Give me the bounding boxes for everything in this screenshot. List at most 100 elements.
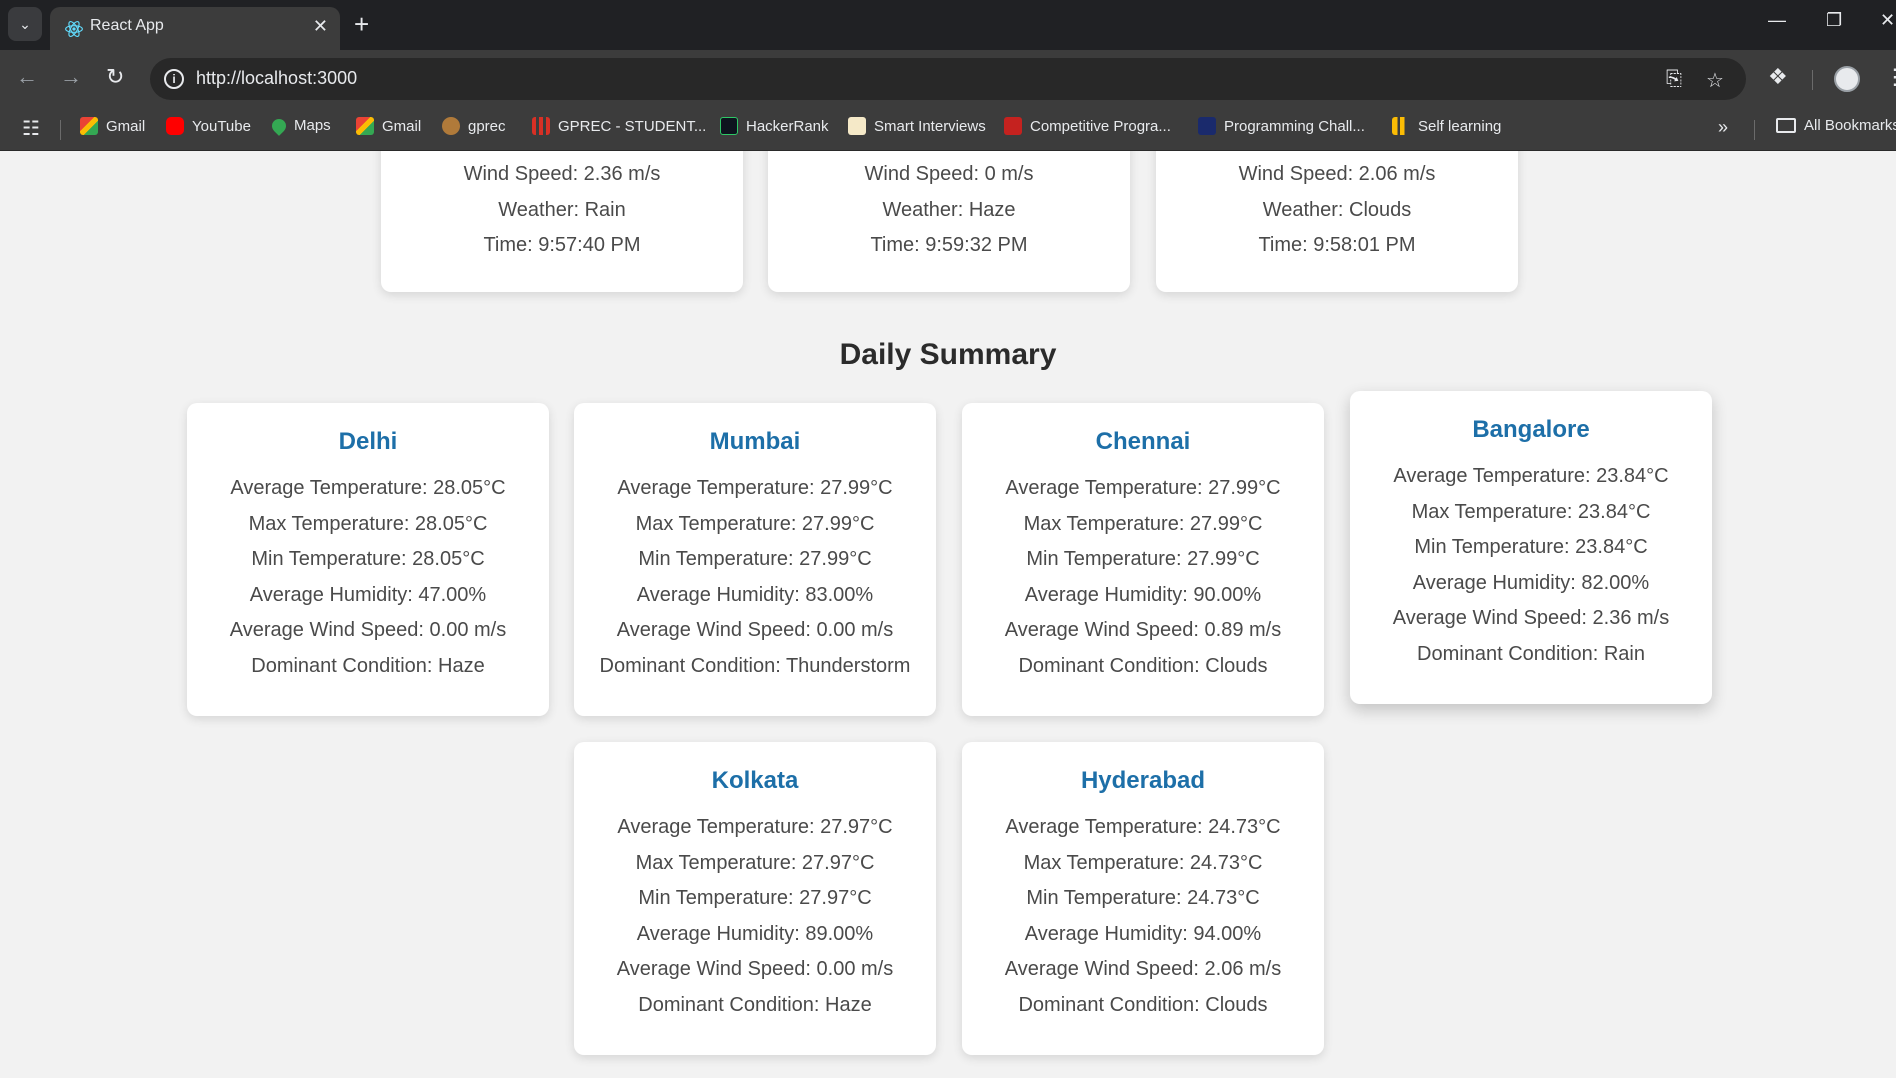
city-name: Mumbai — [709, 428, 801, 455]
average-wind-speed: Average Wind Speed: 0.00 m/s — [616, 958, 894, 981]
bookmark-label: Smart Interviews — [874, 117, 986, 135]
max-temperature: Max Temperature: 27.97°C — [635, 851, 875, 874]
min-temperature: Min Temperature: 23.84°C — [1414, 536, 1648, 559]
min-temperature: Min Temperature: 27.99°C — [1026, 548, 1260, 571]
all-bookmarks[interactable]: All Bookmarks — [1776, 117, 1896, 134]
bookmark-gprec[interactable]: gprec — [442, 117, 506, 135]
max-temperature: Max Temperature: 24.73°C — [1023, 851, 1263, 874]
chevron-down-icon: ⌄ — [19, 15, 31, 32]
forward-icon[interactable]: → — [60, 64, 82, 90]
dominant-condition: Dominant Condition: Clouds — [1018, 993, 1268, 1016]
bookmark-maps[interactable]: Maps — [269, 115, 331, 136]
bookmark-label: YouTube — [192, 117, 251, 135]
summary-card-bangalore: Bangalore Average Temperature: 23.84°C M… — [1350, 391, 1712, 704]
minimize-icon[interactable]: — — [1768, 10, 1786, 31]
wind-speed: Wind Speed: 2.06 m/s — [1238, 163, 1436, 185]
bookmark-label: Gmail — [382, 117, 422, 135]
bookmark-gprec-student[interactable]: GPREC - STUDENT... — [532, 117, 706, 135]
bookmark-self-learning[interactable]: Self learning — [1392, 117, 1501, 135]
average-wind-speed: Average Wind Speed: 0.00 m/s — [229, 619, 507, 642]
profile-avatar[interactable] — [1834, 66, 1860, 92]
browser-toolbar: ← → ↻ i http://localhost:3000 ⎘ ☆ ❖ ⋮ — [0, 50, 1896, 108]
dominant-condition: Dominant Condition: Haze — [638, 993, 872, 1016]
page-content: Wind Speed: 2.36 m/s Weather: Rain Time:… — [0, 151, 1896, 1078]
back-icon[interactable]: ← — [16, 64, 38, 90]
bookmark-label: Competitive Progra... — [1030, 117, 1171, 135]
restore-icon[interactable]: ❐ — [1826, 10, 1842, 31]
average-humidity: Average Humidity: 83.00% — [636, 583, 874, 606]
self-learning-icon — [1392, 117, 1410, 135]
average-humidity: Average Humidity: 82.00% — [1412, 571, 1650, 594]
toolbar-divider — [1812, 70, 1813, 90]
gprec-icon — [442, 117, 460, 135]
average-temperature: Average Temperature: 27.99°C — [1005, 477, 1281, 499]
bookmark-programming-challenges[interactable]: Programming Chall... — [1198, 117, 1365, 135]
bookmark-youtube[interactable]: YouTube — [166, 117, 251, 135]
average-wind-speed: Average Wind Speed: 2.06 m/s — [1004, 958, 1282, 981]
weather-condition: Weather: Rain — [498, 198, 626, 221]
average-humidity: Average Humidity: 90.00% — [1024, 583, 1262, 606]
apps-icon[interactable]: ☷ — [22, 116, 40, 141]
bookmark-competitive-programming[interactable]: Competitive Progra... — [1004, 117, 1171, 135]
average-temperature: Average Temperature: 27.97°C — [617, 816, 893, 838]
max-temperature: Max Temperature: 27.99°C — [1023, 512, 1263, 535]
average-temperature: Average Temperature: 24.73°C — [1005, 816, 1281, 838]
bookmarks-divider — [1754, 120, 1755, 140]
summary-card-delhi: Delhi Average Temperature: 28.05°C Max T… — [187, 403, 549, 716]
bookmark-hackerrank[interactable]: HackerRank — [720, 117, 829, 135]
bookmark-label: Maps — [294, 117, 331, 134]
bookmark-gmail-2[interactable]: Gmail — [356, 117, 421, 135]
maps-icon — [269, 115, 289, 136]
folder-icon — [1776, 118, 1796, 133]
tab-search-button[interactable]: ⌄ — [8, 7, 42, 41]
dominant-condition: Dominant Condition: Haze — [251, 654, 485, 677]
bookmark-label: Programming Chall... — [1224, 117, 1365, 135]
bookmark-label: GPREC - STUDENT... — [558, 117, 707, 135]
observation-time: Time: 9:58:01 PM — [1258, 234, 1416, 257]
smart-interviews-icon — [848, 117, 866, 135]
more-bookmarks-icon[interactable]: » — [1718, 117, 1728, 138]
site-info-icon[interactable]: i — [164, 69, 184, 89]
bookmark-smart-interviews[interactable]: Smart Interviews — [848, 117, 986, 135]
max-temperature: Max Temperature: 28.05°C — [248, 512, 488, 535]
competitive-programming-icon — [1004, 117, 1022, 135]
city-name: Kolkata — [711, 767, 799, 794]
react-icon — [65, 21, 83, 37]
new-tab-button[interactable]: + — [354, 10, 369, 38]
observation-time: Time: 9:59:32 PM — [870, 234, 1028, 257]
min-temperature: Min Temperature: 27.97°C — [638, 887, 872, 910]
gprec-student-icon — [532, 117, 550, 135]
extensions-icon[interactable]: ❖ — [1768, 64, 1788, 90]
gmail-icon — [80, 117, 98, 135]
tab-title: React App — [90, 17, 164, 34]
current-weather-card: Wind Speed: 2.36 m/s Weather: Rain Time:… — [381, 151, 743, 292]
reload-icon[interactable]: ↻ — [106, 64, 124, 90]
dominant-condition: Dominant Condition: Thunderstorm — [599, 654, 911, 677]
bookmark-star-icon[interactable]: ☆ — [1706, 68, 1724, 93]
browser-tab[interactable]: React App ✕ — [50, 7, 340, 50]
average-wind-speed: Average Wind Speed: 2.36 m/s — [1392, 607, 1670, 630]
wind-speed: Wind Speed: 2.36 m/s — [463, 163, 661, 185]
programming-challenges-icon — [1198, 117, 1216, 135]
average-wind-speed: Average Wind Speed: 0.00 m/s — [616, 619, 894, 642]
current-weather-card: Wind Speed: 0 m/s Weather: Haze Time: 9:… — [768, 151, 1130, 292]
average-wind-speed: Average Wind Speed: 0.89 m/s — [1004, 619, 1282, 642]
address-url[interactable]: http://localhost:3000 — [196, 68, 357, 89]
max-temperature: Max Temperature: 27.99°C — [635, 512, 875, 535]
bookmarks-bar: ☷ Gmail YouTube Maps Gmail gprec GPREC -… — [0, 108, 1896, 151]
city-name: Hyderabad — [1080, 767, 1206, 794]
bookmark-label: Gmail — [106, 117, 146, 135]
summary-card-kolkata: Kolkata Average Temperature: 27.97°C Max… — [574, 742, 936, 1055]
summary-card-mumbai: Mumbai Average Temperature: 27.99°C Max … — [574, 403, 936, 716]
close-tab-icon[interactable]: ✕ — [313, 16, 328, 37]
install-app-icon[interactable]: ⎘ — [1666, 68, 1682, 91]
youtube-icon — [166, 117, 184, 135]
bookmark-gmail-1[interactable]: Gmail — [80, 117, 145, 135]
menu-icon[interactable]: ⋮ — [1884, 64, 1896, 90]
city-name: Chennai — [1095, 428, 1191, 455]
average-humidity: Average Humidity: 94.00% — [1024, 922, 1262, 945]
min-temperature: Min Temperature: 27.99°C — [638, 548, 872, 571]
address-bar[interactable]: i http://localhost:3000 ⎘ ☆ — [150, 58, 1746, 100]
average-humidity: Average Humidity: 89.00% — [636, 922, 874, 945]
close-window-icon[interactable]: ✕ — [1880, 10, 1895, 31]
